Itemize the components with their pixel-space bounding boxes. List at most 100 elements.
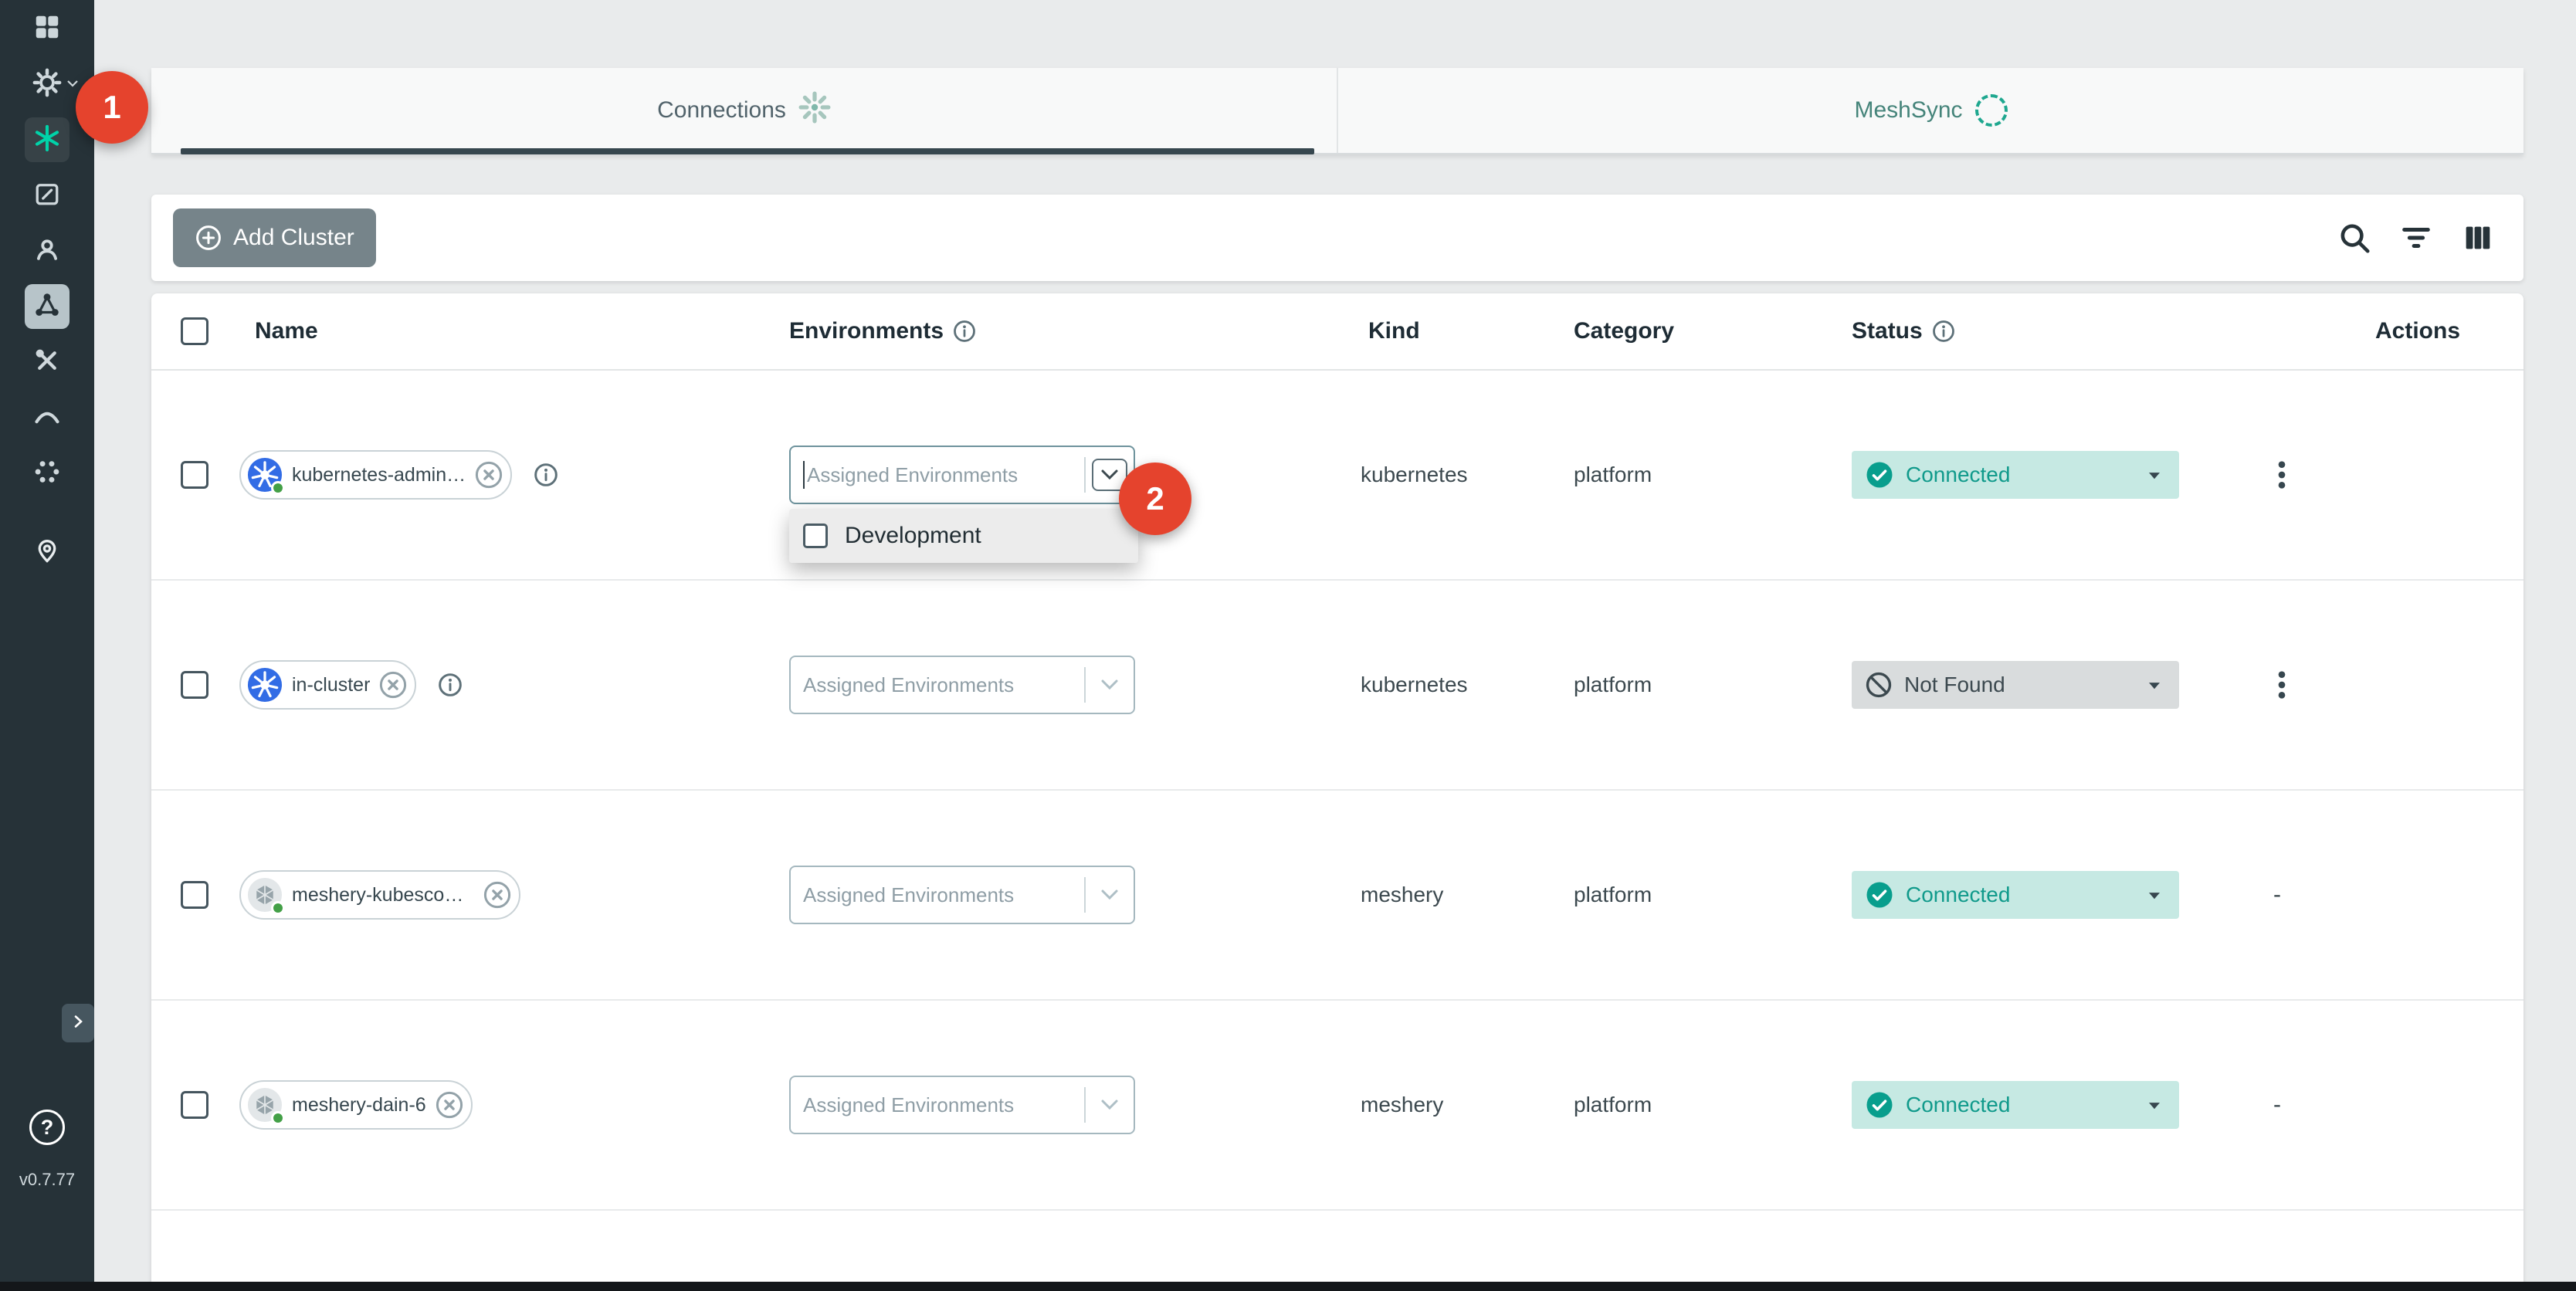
- environments-select[interactable]: Assigned Environments: [789, 1076, 1135, 1134]
- active-tab-indicator: [181, 148, 1314, 154]
- status-dropdown[interactable]: Connected: [1852, 871, 2179, 919]
- tab-meshsync-label: MeshSync: [1854, 97, 1962, 124]
- header-category: Category: [1574, 318, 1674, 344]
- status-dropdown[interactable]: Connected: [1852, 451, 2179, 499]
- sidebar-item-location[interactable]: [25, 530, 69, 574]
- extensions-icon: [32, 457, 62, 490]
- environments-select[interactable]: Assigned Environments: [789, 866, 1135, 924]
- pin-icon: [33, 537, 61, 568]
- connections-icon: [32, 290, 62, 324]
- caret-down-icon: [2144, 884, 2165, 906]
- environments-dropdown: Development: [789, 509, 1138, 563]
- chevron-down-icon[interactable]: [66, 79, 79, 93]
- status-dot: [271, 1111, 285, 1125]
- category-value: platform: [1574, 883, 1652, 907]
- text-cursor: [803, 461, 805, 489]
- question-mark-icon: ?: [41, 1116, 54, 1140]
- table-row: kubernetes-admin… Assigned Environments: [151, 371, 2523, 581]
- check-circle-icon: [1866, 881, 1893, 909]
- sidebar-item-extensions[interactable]: [25, 451, 69, 496]
- search-icon[interactable]: [2337, 220, 2372, 256]
- performance-curve-icon: [32, 402, 62, 435]
- close-icon[interactable]: [475, 461, 503, 489]
- kubernetes-icon: [247, 667, 283, 703]
- tab-meshsync[interactable]: MeshSync: [1338, 68, 2523, 153]
- select-open-button[interactable]: [1086, 678, 1134, 692]
- close-icon[interactable]: [436, 1091, 463, 1119]
- info-icon[interactable]: [1932, 320, 1955, 343]
- caret-down-icon: [2144, 674, 2165, 696]
- help-button[interactable]: ?: [29, 1110, 65, 1145]
- version-label: v0.7.77: [0, 1170, 94, 1190]
- plus-circle-icon: [195, 224, 222, 252]
- kanvas-icon: [32, 124, 62, 157]
- status-dot: [271, 901, 285, 915]
- header-actions: Actions: [2375, 318, 2460, 344]
- connection-chip[interactable]: in-cluster: [239, 660, 416, 710]
- connection-chip[interactable]: meshery-kubescop…: [239, 870, 520, 920]
- row-checkbox[interactable]: [181, 1091, 208, 1119]
- header-status: Status: [1852, 318, 1923, 344]
- status-dropdown[interactable]: Not Found: [1852, 661, 2179, 709]
- kebab-menu-icon[interactable]: [2273, 666, 2290, 703]
- annotation-badge-2: 2: [1119, 463, 1191, 535]
- environments-select[interactable]: Assigned Environments: [789, 446, 1135, 504]
- kind-value: meshery: [1361, 1093, 1443, 1117]
- table-row: in-cluster Assigned Environments kuberne…: [151, 581, 2523, 791]
- select-open-button[interactable]: [1086, 1098, 1134, 1112]
- dashboard-icon: [33, 13, 61, 45]
- select-all-checkbox[interactable]: [181, 317, 208, 345]
- view-columns-icon[interactable]: [2460, 220, 2496, 256]
- info-icon[interactable]: [438, 673, 463, 697]
- kubernetes-icon: [247, 457, 283, 493]
- annotation-badge-1: 1: [76, 71, 148, 144]
- category-value: platform: [1574, 673, 1652, 697]
- sidebar-item-configuration[interactable]: [25, 173, 69, 218]
- environment-option-development[interactable]: Development: [789, 509, 1138, 563]
- connection-chip[interactable]: meshery-dain-6: [239, 1080, 473, 1130]
- chevron-right-icon: [69, 1012, 87, 1035]
- environments-select[interactable]: Assigned Environments: [789, 656, 1135, 714]
- info-icon[interactable]: [953, 320, 976, 343]
- sidebar-item-connections[interactable]: [25, 284, 69, 329]
- gear-icon: [32, 68, 62, 101]
- sidebar-item-performance[interactable]: [25, 395, 69, 440]
- status-dot: [271, 481, 285, 495]
- connection-chip[interactable]: kubernetes-admin…: [239, 450, 512, 500]
- tab-connections[interactable]: Connections: [151, 68, 1337, 153]
- actions-empty: -: [2273, 882, 2281, 908]
- sidebar-item-toolkit[interactable]: [25, 340, 69, 385]
- kind-value: kubernetes: [1361, 673, 1468, 697]
- header-environments: Environments: [789, 318, 944, 344]
- close-icon[interactable]: [379, 671, 407, 699]
- info-icon[interactable]: [534, 463, 558, 487]
- sidebar-item-dashboard[interactable]: [25, 6, 69, 51]
- header-kind: Kind: [1368, 318, 1420, 344]
- check-circle-icon: [1866, 461, 1893, 489]
- tab-bar: Connections MeshSync: [151, 68, 2523, 154]
- select-open-button[interactable]: [1086, 888, 1134, 902]
- table-row: meshery-kubescop… Assigned Environments …: [151, 791, 2523, 1001]
- row-checkbox[interactable]: [181, 671, 208, 699]
- table-header: Name Environments Kind Category Status A…: [151, 293, 2523, 371]
- kind-value: kubernetes: [1361, 463, 1468, 487]
- sidebar-item-settings[interactable]: [25, 62, 69, 107]
- not-found-icon: [1866, 672, 1892, 698]
- tools-icon: [33, 347, 61, 378]
- user-icon: [32, 235, 62, 268]
- kebab-menu-icon[interactable]: [2273, 456, 2290, 493]
- sidebar-item-users[interactable]: [25, 229, 69, 273]
- table-toolbar: Add Cluster: [151, 195, 2523, 281]
- option-checkbox[interactable]: [803, 524, 828, 548]
- kind-value: meshery: [1361, 883, 1443, 907]
- sidebar-item-kanvas[interactable]: [25, 117, 69, 162]
- row-checkbox[interactable]: [181, 881, 208, 909]
- close-icon[interactable]: [483, 881, 511, 909]
- sidebar-expand-button[interactable]: [62, 1004, 94, 1042]
- row-checkbox[interactable]: [181, 461, 208, 489]
- status-dropdown[interactable]: Connected: [1852, 1081, 2179, 1129]
- header-name: Name: [255, 318, 318, 344]
- filter-icon[interactable]: [2398, 220, 2434, 256]
- add-cluster-button[interactable]: Add Cluster: [173, 208, 376, 267]
- caret-down-icon: [2144, 1094, 2165, 1116]
